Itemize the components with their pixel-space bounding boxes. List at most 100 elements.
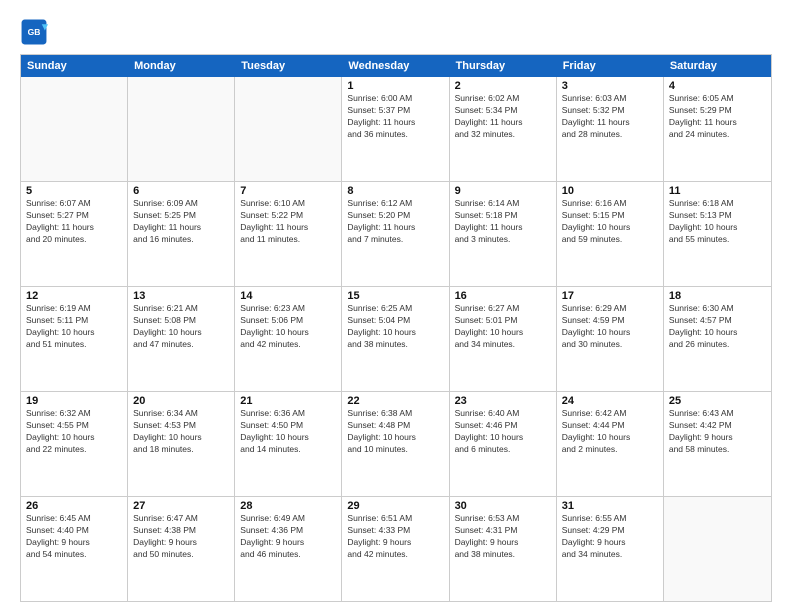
day-info: Sunrise: 6:55 AM Sunset: 4:29 PM Dayligh… [562,513,658,561]
day-number: 1 [347,80,443,92]
day-info: Sunrise: 6:51 AM Sunset: 4:33 PM Dayligh… [347,513,443,561]
day-info: Sunrise: 6:12 AM Sunset: 5:20 PM Dayligh… [347,198,443,246]
day-cell: 26Sunrise: 6:45 AM Sunset: 4:40 PM Dayli… [21,497,128,601]
day-header-sunday: Sunday [21,55,128,77]
day-number: 9 [455,185,551,197]
week-row-3: 12Sunrise: 6:19 AM Sunset: 5:11 PM Dayli… [21,287,771,392]
day-info: Sunrise: 6:49 AM Sunset: 4:36 PM Dayligh… [240,513,336,561]
week-row-2: 5Sunrise: 6:07 AM Sunset: 5:27 PM Daylig… [21,182,771,287]
day-cell [235,77,342,181]
day-cell: 20Sunrise: 6:34 AM Sunset: 4:53 PM Dayli… [128,392,235,496]
day-info: Sunrise: 6:18 AM Sunset: 5:13 PM Dayligh… [669,198,766,246]
week-row-4: 19Sunrise: 6:32 AM Sunset: 4:55 PM Dayli… [21,392,771,497]
day-number: 19 [26,395,122,407]
day-cell: 14Sunrise: 6:23 AM Sunset: 5:06 PM Dayli… [235,287,342,391]
day-header-friday: Friday [557,55,664,77]
day-cell: 8Sunrise: 6:12 AM Sunset: 5:20 PM Daylig… [342,182,449,286]
day-info: Sunrise: 6:07 AM Sunset: 5:27 PM Dayligh… [26,198,122,246]
day-info: Sunrise: 6:14 AM Sunset: 5:18 PM Dayligh… [455,198,551,246]
day-number: 17 [562,290,658,302]
day-number: 2 [455,80,551,92]
day-number: 5 [26,185,122,197]
day-info: Sunrise: 6:09 AM Sunset: 5:25 PM Dayligh… [133,198,229,246]
day-number: 12 [26,290,122,302]
day-number: 23 [455,395,551,407]
day-cell: 24Sunrise: 6:42 AM Sunset: 4:44 PM Dayli… [557,392,664,496]
day-cell: 19Sunrise: 6:32 AM Sunset: 4:55 PM Dayli… [21,392,128,496]
day-info: Sunrise: 6:25 AM Sunset: 5:04 PM Dayligh… [347,303,443,351]
day-info: Sunrise: 6:43 AM Sunset: 4:42 PM Dayligh… [669,408,766,456]
day-cell: 12Sunrise: 6:19 AM Sunset: 5:11 PM Dayli… [21,287,128,391]
day-cell: 2Sunrise: 6:02 AM Sunset: 5:34 PM Daylig… [450,77,557,181]
day-info: Sunrise: 6:21 AM Sunset: 5:08 PM Dayligh… [133,303,229,351]
day-info: Sunrise: 6:27 AM Sunset: 5:01 PM Dayligh… [455,303,551,351]
calendar: SundayMondayTuesdayWednesdayThursdayFrid… [20,54,772,602]
day-info: Sunrise: 6:30 AM Sunset: 4:57 PM Dayligh… [669,303,766,351]
day-number: 27 [133,500,229,512]
day-cell: 6Sunrise: 6:09 AM Sunset: 5:25 PM Daylig… [128,182,235,286]
day-info: Sunrise: 6:19 AM Sunset: 5:11 PM Dayligh… [26,303,122,351]
day-number: 18 [669,290,766,302]
day-number: 8 [347,185,443,197]
day-number: 3 [562,80,658,92]
day-info: Sunrise: 6:03 AM Sunset: 5:32 PM Dayligh… [562,93,658,141]
day-cell: 9Sunrise: 6:14 AM Sunset: 5:18 PM Daylig… [450,182,557,286]
day-cell: 11Sunrise: 6:18 AM Sunset: 5:13 PM Dayli… [664,182,771,286]
day-cell: 22Sunrise: 6:38 AM Sunset: 4:48 PM Dayli… [342,392,449,496]
day-info: Sunrise: 6:16 AM Sunset: 5:15 PM Dayligh… [562,198,658,246]
header: GB [20,18,772,46]
day-number: 15 [347,290,443,302]
day-info: Sunrise: 6:02 AM Sunset: 5:34 PM Dayligh… [455,93,551,141]
day-info: Sunrise: 6:34 AM Sunset: 4:53 PM Dayligh… [133,408,229,456]
day-number: 29 [347,500,443,512]
day-number: 4 [669,80,766,92]
day-cell: 29Sunrise: 6:51 AM Sunset: 4:33 PM Dayli… [342,497,449,601]
day-number: 7 [240,185,336,197]
day-number: 24 [562,395,658,407]
logo: GB [20,18,52,46]
day-cell: 5Sunrise: 6:07 AM Sunset: 5:27 PM Daylig… [21,182,128,286]
weeks: 1Sunrise: 6:00 AM Sunset: 5:37 PM Daylig… [21,77,771,601]
day-cell: 17Sunrise: 6:29 AM Sunset: 4:59 PM Dayli… [557,287,664,391]
day-info: Sunrise: 6:10 AM Sunset: 5:22 PM Dayligh… [240,198,336,246]
day-info: Sunrise: 6:36 AM Sunset: 4:50 PM Dayligh… [240,408,336,456]
day-number: 13 [133,290,229,302]
day-number: 30 [455,500,551,512]
day-number: 16 [455,290,551,302]
day-info: Sunrise: 6:42 AM Sunset: 4:44 PM Dayligh… [562,408,658,456]
week-row-5: 26Sunrise: 6:45 AM Sunset: 4:40 PM Dayli… [21,497,771,601]
day-number: 31 [562,500,658,512]
day-info: Sunrise: 6:40 AM Sunset: 4:46 PM Dayligh… [455,408,551,456]
day-number: 21 [240,395,336,407]
day-number: 28 [240,500,336,512]
day-info: Sunrise: 6:00 AM Sunset: 5:37 PM Dayligh… [347,93,443,141]
day-cell [128,77,235,181]
day-number: 6 [133,185,229,197]
day-number: 20 [133,395,229,407]
day-info: Sunrise: 6:05 AM Sunset: 5:29 PM Dayligh… [669,93,766,141]
day-cell: 23Sunrise: 6:40 AM Sunset: 4:46 PM Dayli… [450,392,557,496]
day-info: Sunrise: 6:53 AM Sunset: 4:31 PM Dayligh… [455,513,551,561]
day-cell: 28Sunrise: 6:49 AM Sunset: 4:36 PM Dayli… [235,497,342,601]
day-header-wednesday: Wednesday [342,55,449,77]
day-header-monday: Monday [128,55,235,77]
day-cell: 18Sunrise: 6:30 AM Sunset: 4:57 PM Dayli… [664,287,771,391]
day-info: Sunrise: 6:47 AM Sunset: 4:38 PM Dayligh… [133,513,229,561]
day-cell: 27Sunrise: 6:47 AM Sunset: 4:38 PM Dayli… [128,497,235,601]
day-number: 26 [26,500,122,512]
day-info: Sunrise: 6:29 AM Sunset: 4:59 PM Dayligh… [562,303,658,351]
day-cell: 31Sunrise: 6:55 AM Sunset: 4:29 PM Dayli… [557,497,664,601]
day-header-saturday: Saturday [664,55,771,77]
day-cell [664,497,771,601]
day-cell: 1Sunrise: 6:00 AM Sunset: 5:37 PM Daylig… [342,77,449,181]
day-cell: 7Sunrise: 6:10 AM Sunset: 5:22 PM Daylig… [235,182,342,286]
day-header-tuesday: Tuesday [235,55,342,77]
day-cell: 21Sunrise: 6:36 AM Sunset: 4:50 PM Dayli… [235,392,342,496]
day-info: Sunrise: 6:45 AM Sunset: 4:40 PM Dayligh… [26,513,122,561]
day-cell: 25Sunrise: 6:43 AM Sunset: 4:42 PM Dayli… [664,392,771,496]
day-cell: 30Sunrise: 6:53 AM Sunset: 4:31 PM Dayli… [450,497,557,601]
day-headers: SundayMondayTuesdayWednesdayThursdayFrid… [21,55,771,77]
day-cell [21,77,128,181]
week-row-1: 1Sunrise: 6:00 AM Sunset: 5:37 PM Daylig… [21,77,771,182]
day-number: 10 [562,185,658,197]
